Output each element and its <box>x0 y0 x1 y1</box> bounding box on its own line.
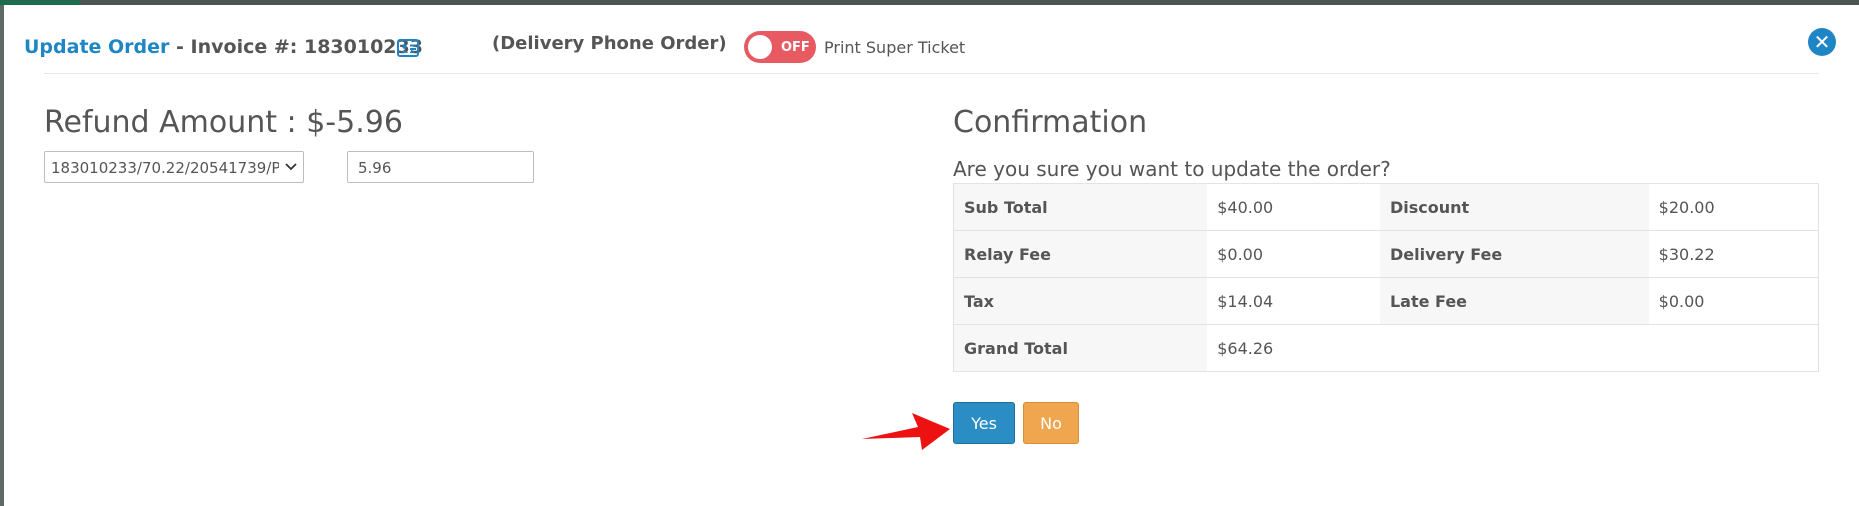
delivery-fee-label: Delivery Fee <box>1379 230 1649 278</box>
red-arrow-annotation-icon <box>862 413 950 450</box>
discount-label: Discount <box>1379 183 1649 231</box>
modal-title: Update Order - Invoice #: 183010233 <box>24 36 423 58</box>
delivery-fee-value: $30.22 <box>1648 230 1819 278</box>
refund-payment-selected: 183010233/70.22/20541739/P <box>51 159 279 177</box>
no-button[interactable]: No <box>1023 402 1079 444</box>
refund-amount-value: 5.96 <box>358 159 392 177</box>
update-order-link[interactable]: Update Order <box>24 36 169 58</box>
relay-fee-value: $0.00 <box>1207 230 1380 278</box>
order-summary-table: Sub Total $40.00 Discount $20.00 Relay F… <box>953 183 1819 372</box>
order-type-label: (Delivery Phone Order) <box>492 33 727 54</box>
refund-amount-input[interactable]: 5.96 <box>347 151 534 183</box>
yes-button[interactable]: Yes <box>953 402 1015 444</box>
confirmation-heading: Confirmation <box>953 105 1148 140</box>
empty-cell <box>1648 324 1819 372</box>
toggle-state-label: OFF <box>781 40 810 55</box>
table-row: Sub Total $40.00 Discount $20.00 <box>953 183 1819 231</box>
table-row: Relay Fee $0.00 Delivery Fee $30.22 <box>953 230 1819 278</box>
empty-cell <box>1379 324 1649 372</box>
tax-label: Tax <box>953 277 1208 325</box>
late-fee-value: $0.00 <box>1648 277 1819 325</box>
header-divider <box>44 73 1818 74</box>
relay-fee-label: Relay Fee <box>953 230 1208 278</box>
table-row: Grand Total $64.26 <box>953 324 1819 372</box>
sub-total-value: $40.00 <box>1207 183 1380 231</box>
grand-total-label: Grand Total <box>953 324 1208 372</box>
grand-total-value: $64.26 <box>1207 324 1380 372</box>
modal-header: Update Order - Invoice #: 183010233 (Del… <box>4 5 1859 75</box>
refund-payment-select[interactable]: 183010233/70.22/20541739/P <box>44 151 304 183</box>
tax-value: $14.04 <box>1207 277 1380 325</box>
late-fee-label: Late Fee <box>1379 277 1649 325</box>
table-row: Tax $14.04 Late Fee $0.00 <box>953 277 1819 325</box>
sub-total-label: Sub Total <box>953 183 1208 231</box>
refund-amount-heading: Refund Amount : $-5.96 <box>44 105 403 140</box>
contact-card-icon[interactable] <box>396 36 420 60</box>
chevron-down-icon <box>285 163 297 171</box>
confirmation-question: Are you sure you want to update the orde… <box>953 157 1391 181</box>
discount-value: $20.00 <box>1648 183 1819 231</box>
print-super-ticket-label: Print Super Ticket <box>824 38 966 57</box>
toggle-knob <box>748 35 772 59</box>
print-super-ticket-toggle[interactable]: OFF <box>744 31 816 63</box>
invoice-number: - Invoice #: 183010233 <box>169 36 423 58</box>
close-icon[interactable]: ✕ <box>1808 28 1836 56</box>
update-order-modal: Update Order - Invoice #: 183010233 (Del… <box>4 5 1859 506</box>
